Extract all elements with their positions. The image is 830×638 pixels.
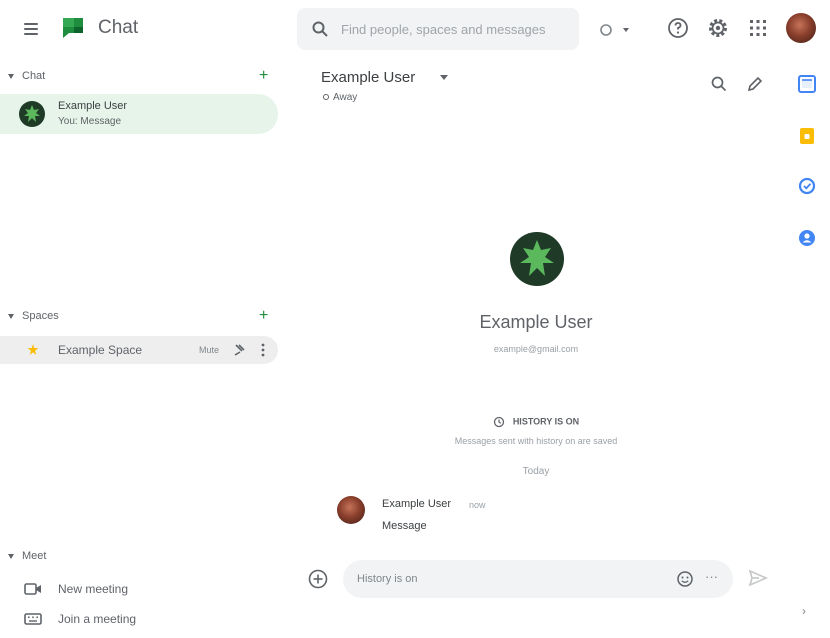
keep-icon[interactable] <box>797 126 817 146</box>
profile-name: Example User <box>479 312 593 332</box>
collapse-caret-icon <box>8 314 14 319</box>
tasks-icon[interactable] <box>797 176 817 196</box>
message-time: now <box>469 500 486 510</box>
status-dropdown[interactable] <box>597 19 637 41</box>
chat-list-item[interactable]: Example User You: Message <box>0 94 278 134</box>
emoji-icon[interactable] <box>675 569 695 589</box>
chat-logo-icon <box>60 16 86 40</box>
apps-grid-icon[interactable] <box>746 16 770 40</box>
message-composer: ··· <box>343 560 733 598</box>
search-bar[interactable] <box>297 8 579 50</box>
message-author: Example User <box>382 498 452 510</box>
search-in-conversation-icon[interactable] <box>709 74 729 94</box>
meet-section-label: Meet <box>22 550 47 562</box>
spaces-section-header[interactable]: Spaces + <box>0 307 290 328</box>
space-list-item[interactable]: Example Space Mute <box>0 336 278 364</box>
mute-badge: Mute <box>199 345 220 355</box>
chat-section-label: Chat <box>22 70 46 82</box>
history-label: HISTORY IS ON <box>512 416 580 427</box>
message-input[interactable] <box>357 569 657 589</box>
meet-section-header[interactable]: Meet <box>0 548 290 568</box>
message-text: Message <box>382 520 427 532</box>
chat-item-name: Example User <box>58 100 128 112</box>
history-clock-icon <box>493 416 504 428</box>
profile-email: example@gmail.com <box>493 344 579 354</box>
chat-item-preview: You: Message <box>58 116 122 127</box>
more-formatting-icon[interactable]: ··· <box>705 569 718 584</box>
menu-icon[interactable] <box>20 17 44 41</box>
profile-avatar <box>510 232 564 286</box>
date-separator: Today <box>522 466 550 477</box>
new-meeting-item[interactable]: New meeting <box>0 576 290 602</box>
add-attachment-icon[interactable] <box>307 568 329 590</box>
space-item-name: Example Space <box>58 343 143 357</box>
collapse-caret-icon <box>8 74 14 79</box>
add-space-plus-icon[interactable]: + <box>259 307 268 325</box>
chat-section-header[interactable]: Chat + <box>0 67 290 88</box>
sidebar: Chat + Example User You: Message Spaces … <box>0 58 290 638</box>
more-options-icon[interactable] <box>260 342 266 363</box>
away-dot-icon <box>323 94 329 100</box>
search-icon[interactable] <box>311 20 329 43</box>
app-title: Chat <box>98 17 139 38</box>
new-meeting-label: New meeting <box>58 582 129 596</box>
help-icon[interactable] <box>666 16 690 40</box>
message-author-avatar <box>337 496 365 524</box>
expand-icon[interactable]: › <box>802 604 806 618</box>
calendar-icon[interactable] <box>797 74 817 94</box>
chevron-down-icon[interactable] <box>440 75 448 80</box>
conversation-pane: Example User Away Example User example@g… <box>297 58 775 638</box>
contacts-icon[interactable] <box>797 228 817 248</box>
presence-status: Away <box>323 92 357 103</box>
history-status: HISTORY IS ON <box>297 416 775 430</box>
spaces-section-label: Spaces <box>22 310 59 322</box>
side-panel-rail: › <box>783 58 830 638</box>
join-meeting-label: Join a meeting <box>58 612 137 626</box>
contact-avatar <box>19 101 45 127</box>
join-meeting-item[interactable]: Join a meeting <box>0 606 290 632</box>
presence-status-text: Away <box>333 92 358 103</box>
top-bar: Chat <box>0 0 830 58</box>
edit-pencil-icon[interactable] <box>745 74 765 94</box>
account-avatar[interactable] <box>786 13 816 43</box>
search-input[interactable] <box>341 17 566 41</box>
keyboard-icon <box>24 612 42 631</box>
collapse-caret-icon <box>8 554 14 559</box>
chat-app: Chat Find people, spaces and messages Ch… <box>0 0 830 638</box>
settings-icon[interactable] <box>706 16 730 40</box>
pin-icon[interactable] <box>232 343 246 362</box>
send-icon[interactable] <box>747 567 769 589</box>
space-emoji-icon <box>26 343 40 362</box>
start-chat-plus-icon[interactable]: + <box>259 67 268 85</box>
history-description: Messages sent with history on are saved <box>454 436 618 446</box>
video-camera-icon <box>24 582 42 601</box>
conversation-title[interactable]: Example User <box>321 69 415 86</box>
